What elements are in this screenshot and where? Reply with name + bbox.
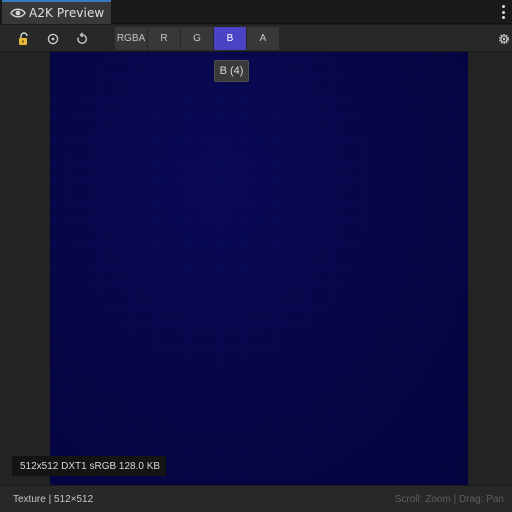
- channel-r-button[interactable]: R: [148, 27, 180, 50]
- tab-bar: A2K Preview: [0, 0, 512, 24]
- status-texture-info: Texture | 512×512: [13, 493, 94, 505]
- channel-a-button[interactable]: A: [247, 27, 279, 50]
- channel-b-button[interactable]: B: [214, 27, 246, 50]
- texture-info-badge: 512x512 DXT1 sRGB 128.0 KB: [12, 456, 166, 476]
- lock-open-icon[interactable]: [14, 29, 34, 49]
- status-bar: Texture | 512×512 Scroll: Zoom | Drag: P…: [0, 485, 512, 512]
- tab-a2k-preview[interactable]: A2K Preview: [2, 0, 111, 24]
- status-hint: Scroll: Zoom | Drag: Pan: [394, 493, 504, 505]
- settings-gear-icon[interactable]: [494, 29, 512, 49]
- channel-tooltip: B (4): [214, 60, 249, 82]
- eye-icon: [10, 8, 26, 18]
- toolbar: RGBA R G B A: [0, 25, 512, 52]
- texture-preview-image[interactable]: [50, 52, 468, 485]
- tab-title: A2K Preview: [29, 6, 105, 20]
- target-circle-icon[interactable]: [43, 29, 63, 49]
- channel-g-button[interactable]: G: [181, 27, 213, 50]
- kebab-menu-icon[interactable]: [500, 5, 506, 19]
- channel-rgba-button[interactable]: RGBA: [115, 27, 147, 50]
- channel-selector: RGBA R G B A: [115, 27, 280, 50]
- refresh-icon[interactable]: [72, 29, 92, 49]
- texture-viewport[interactable]: 512x512 DXT1 sRGB 128.0 KB: [0, 52, 512, 485]
